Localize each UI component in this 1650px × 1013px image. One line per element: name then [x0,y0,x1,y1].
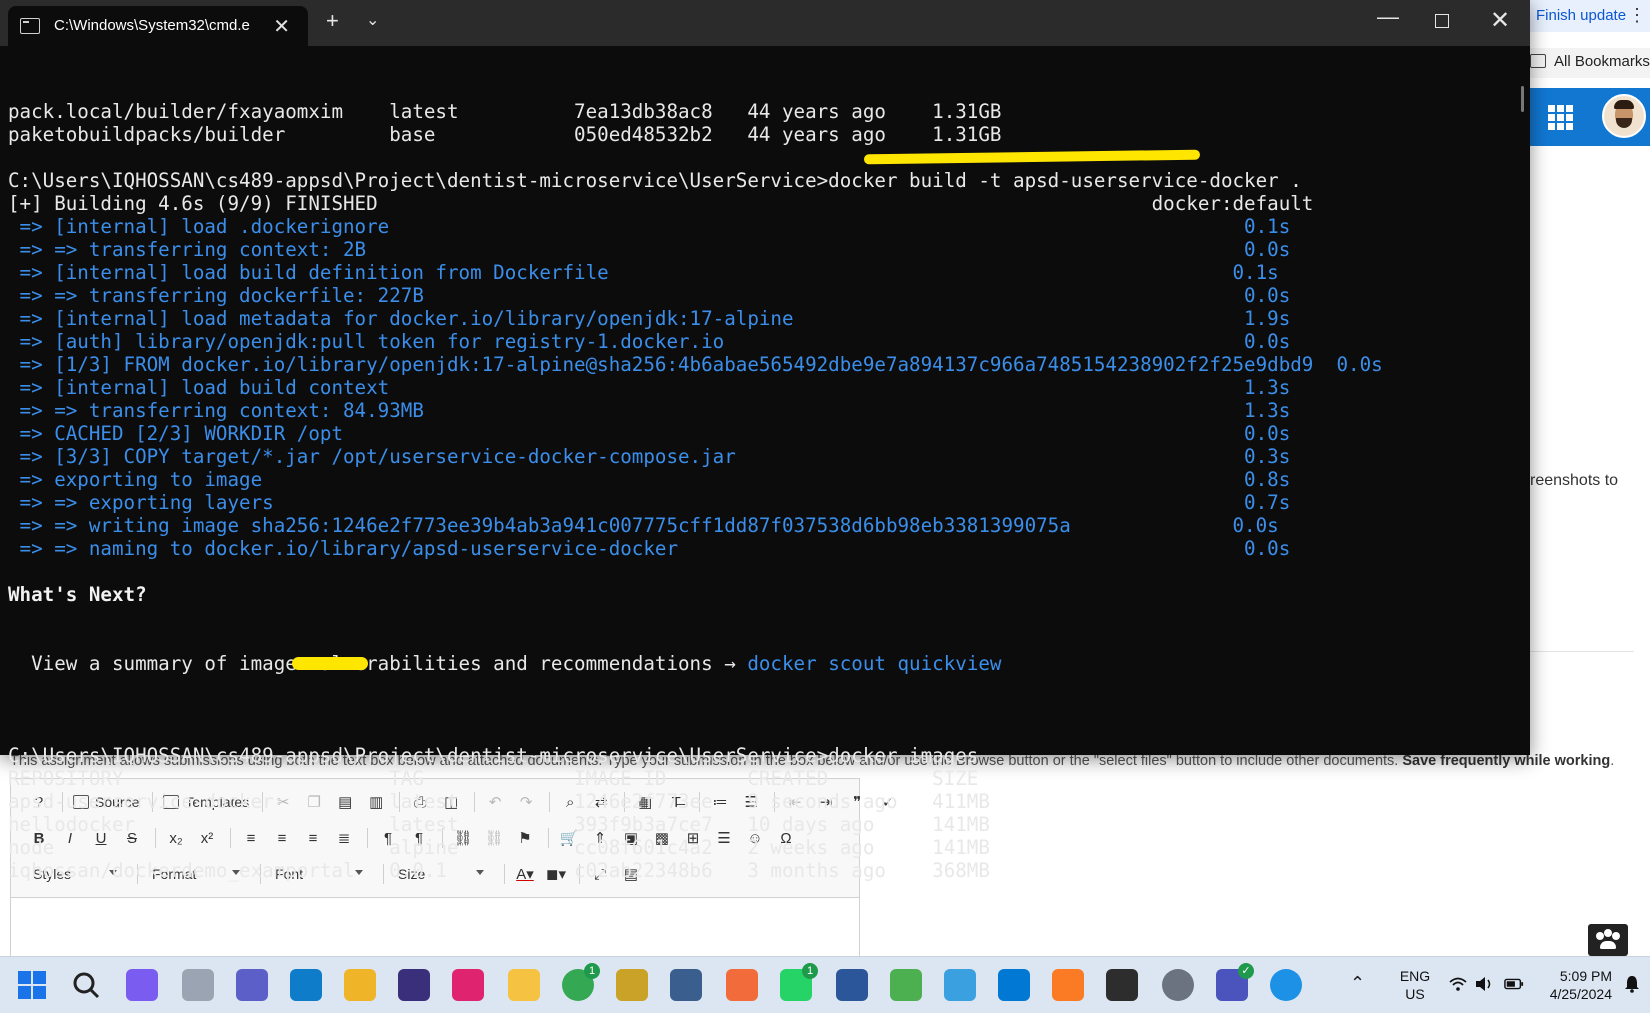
side-text: reenshots to [1530,472,1619,489]
teams-icon[interactable] [236,969,268,1001]
terminal-line: View a summary of image vulnerabilities … [8,652,1002,675]
terminal-line: => CACHED [2/3] WORKDIR /opt 0.0s [8,422,1291,445]
docker-icon[interactable] [1270,969,1302,1001]
tab-close-icon[interactable]: ✕ [273,14,290,39]
terminal-titlebar[interactable]: C:\Windows\System32\cmd.e ✕ + ⌄ — ✕ [0,0,1530,46]
terminal-window[interactable]: C:\Windows\System32\cmd.e ✕ + ⌄ — ✕ pack… [0,0,1530,882]
terminal-line: [+] Building 4.6s (9/9) FINISHED docker:… [8,192,1314,215]
terminal-line: => exporting to image 0.8s [8,468,1291,491]
vscode-icon[interactable] [998,969,1030,1001]
finish-update-label: Finish update [1536,7,1627,24]
terminal-line: C:\Users\IQHOSSAN\cs489-appsd\Project\de… [8,744,979,767]
terminal-line: hellodocker latest 393f9b3a7ce7 10 days … [8,813,990,836]
maximize-button[interactable] [1435,14,1449,28]
tab-title: C:\Windows\System32\cmd.e [54,17,250,34]
paint-icon[interactable] [890,969,922,1001]
terminal-line: => [internal] load build context 1.3s [8,376,1291,399]
settings-icon[interactable] [1162,969,1194,1001]
clock[interactable]: 5:09 PM 4/25/2024 [1540,967,1612,1003]
minimize-button[interactable]: — [1377,4,1399,30]
postman-icon[interactable] [726,969,758,1001]
divider [1530,651,1634,652]
chevron-down-icon[interactable]: ⌄ [366,10,379,30]
terminal-line: => => transferring dockerfile: 227B 0.0s [8,284,1291,307]
wifi-icon[interactable] [1448,975,1468,993]
notepad-icon[interactable] [944,969,976,1001]
new-tab-button[interactable]: + [326,8,339,34]
app-grid-icon[interactable] [1548,105,1574,131]
terminal-line: => [internal] load .dockerignore 0.1s [8,215,1291,238]
tools-icon[interactable] [616,969,648,1001]
intellij-icon[interactable] [452,969,484,1001]
taskbar: 1 1 ✓ ⌃ ENG US 5:09 PM 4/25/2024 [0,956,1650,1013]
whatsapp-icon[interactable]: 1 [780,963,818,1001]
chrome-icon[interactable]: 1 [562,963,600,1001]
bookmarks-bar[interactable]: All Bookmarks [1526,48,1650,78]
terminal-line: => => naming to docker.io/library/apsd-u… [8,537,1291,560]
terminal-line: apsd-userservice-docker latest 1246e2f77… [8,790,990,813]
all-bookmarks-label: All Bookmarks [1554,53,1650,70]
terminal-line: => => writing image sha256:1246e2f773ee3… [8,514,1279,537]
search-icon[interactable] [70,969,102,1001]
terminal-line: What's Next? [8,583,147,606]
windows-start-icon[interactable] [16,969,48,1001]
user-avatar[interactable] [1602,94,1646,138]
cmd-icon [20,18,40,34]
task-view-icon[interactable] [182,969,214,1001]
mysql-dolphin-icon[interactable] [670,969,702,1001]
xampp-icon[interactable] [1052,969,1084,1001]
terminal-icon[interactable] [1106,969,1138,1001]
terminal-line: paketobuildpacks/builder base 050ed48532… [8,123,1002,146]
notification-bell-icon[interactable] [1624,975,1640,993]
close-button[interactable]: ✕ [1490,6,1510,35]
folder-icon [1530,54,1546,68]
volume-icon[interactable] [1474,975,1494,993]
terminal-line: REPOSITORY TAG IMAGE ID CREATED SIZE [8,767,979,790]
terminal-line: node alpine cc08f601c4a2 2 weeks ago 141… [8,836,990,859]
terminal-tab[interactable]: C:\Windows\System32\cmd.e ✕ [8,6,308,46]
lms-header [1526,88,1650,146]
copilot-pre-icon[interactable] [126,969,158,1001]
terminal-line: iqhossan/dockerdemo_examportal 0.0.1 c02… [8,859,990,882]
show-hidden-icons-chevron-icon[interactable]: ⌃ [1350,973,1365,994]
language-indicator[interactable]: ENG US [1392,967,1438,1003]
terminal-line: => => transferring context: 84.93MB 1.3s [8,399,1291,422]
highlight-annotation [292,657,368,670]
people-icon[interactable] [1588,924,1628,956]
eclipse-icon[interactable] [398,969,430,1001]
file-explorer-icon[interactable] [508,969,540,1001]
terminal-output[interactable]: pack.local/builder/fxayaomxim latest 7ea… [8,54,1530,928]
scrollbar-thumb[interactable] [1521,86,1524,112]
terminal-line: C:\Users\IQHOSSAN\cs489-appsd\Project\de… [8,169,1302,192]
word-icon[interactable] [836,969,868,1001]
terminal-line: => [1/3] FROM docker.io/library/openjdk:… [8,353,1383,376]
teams-new-icon[interactable]: ✓ [1216,963,1254,1001]
virtualbox-icon[interactable] [344,969,376,1001]
finish-update-button[interactable]: Finish update ⋮ [1526,0,1650,32]
remote-desktop-icon[interactable] [290,969,322,1001]
terminal-line: => [auth] library/openjdk:pull token for… [8,330,1291,353]
battery-icon[interactable] [1504,975,1524,993]
terminal-line: => [internal] load metadata for docker.i… [8,307,1291,330]
terminal-line: => => transferring context: 2B 0.0s [8,238,1291,261]
menu-dots-icon[interactable]: ⋮ [1628,5,1646,26]
terminal-line: => [internal] load build definition from… [8,261,1279,284]
terminal-line: => => exporting layers 0.7s [8,491,1291,514]
terminal-line: pack.local/builder/fxayaomxim latest 7ea… [8,100,1002,123]
terminal-line: => [3/3] COPY target/*.jar /opt/userserv… [8,445,1291,468]
